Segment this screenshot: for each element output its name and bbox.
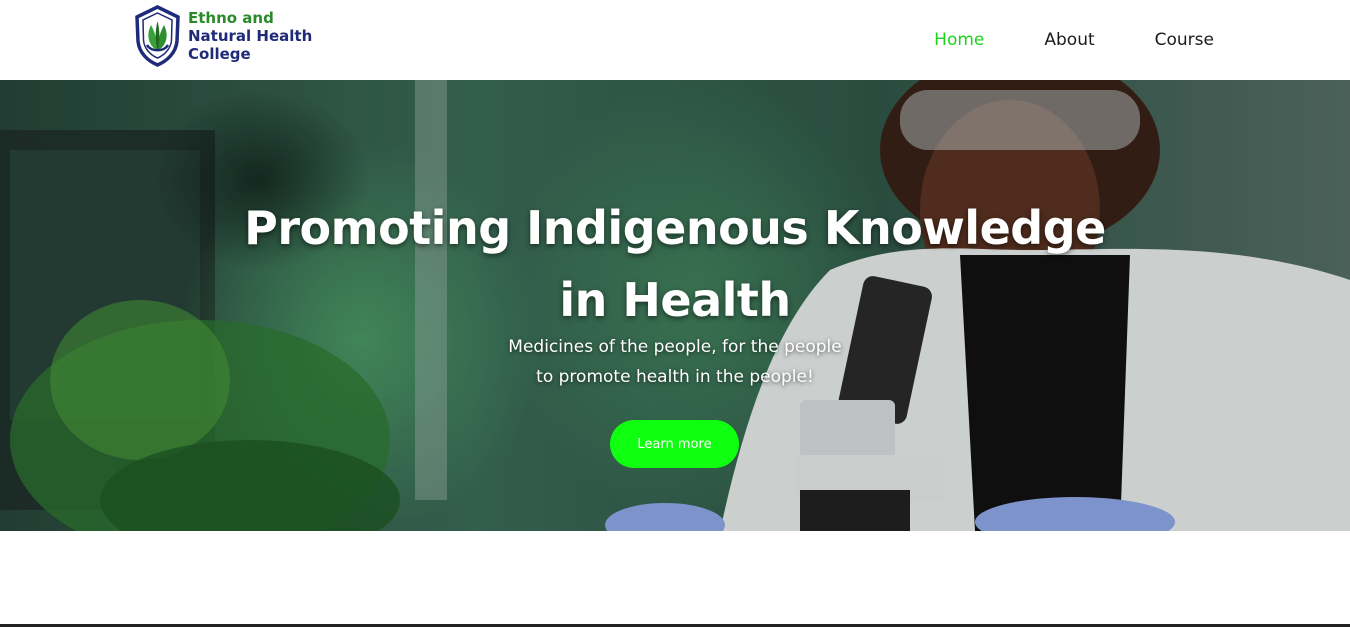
hero-banner: Promoting Indigenous Knowledge in Health… <box>0 80 1350 531</box>
main-nav: Home About Course <box>934 30 1214 50</box>
nav-item-about[interactable]: About <box>1044 30 1094 50</box>
brand-line-1: Ethno and <box>188 9 274 27</box>
hero-content: Promoting Indigenous Knowledge in Health… <box>0 80 1350 531</box>
brand-name: Ethno and Natural Health College <box>188 9 312 63</box>
hero-subtitle: Medicines of the people, for the people … <box>375 332 975 392</box>
nav-item-home[interactable]: Home <box>934 30 984 50</box>
shield-leaf-logo-icon <box>135 5 180 67</box>
brand-logo[interactable]: Ethno and Natural Health College <box>134 5 312 67</box>
hero-title: Promoting Indigenous Knowledge in Health <box>175 192 1175 336</box>
brand-line-3: College <box>188 45 251 63</box>
hero-subtitle-line-1: Medicines of the people, for the people <box>508 337 842 357</box>
hero-subtitle-line-2: to promote health in the people! <box>536 367 814 387</box>
hero-title-line-2: in Health <box>559 273 791 327</box>
learn-more-button[interactable]: Learn more <box>610 420 739 468</box>
nav-item-course[interactable]: Course <box>1155 30 1214 50</box>
hero-title-line-1: Promoting Indigenous Knowledge <box>244 201 1106 255</box>
brand-line-2: Natural Health <box>188 27 313 45</box>
site-header: Ethno and Natural Health College Home Ab… <box>0 0 1350 80</box>
